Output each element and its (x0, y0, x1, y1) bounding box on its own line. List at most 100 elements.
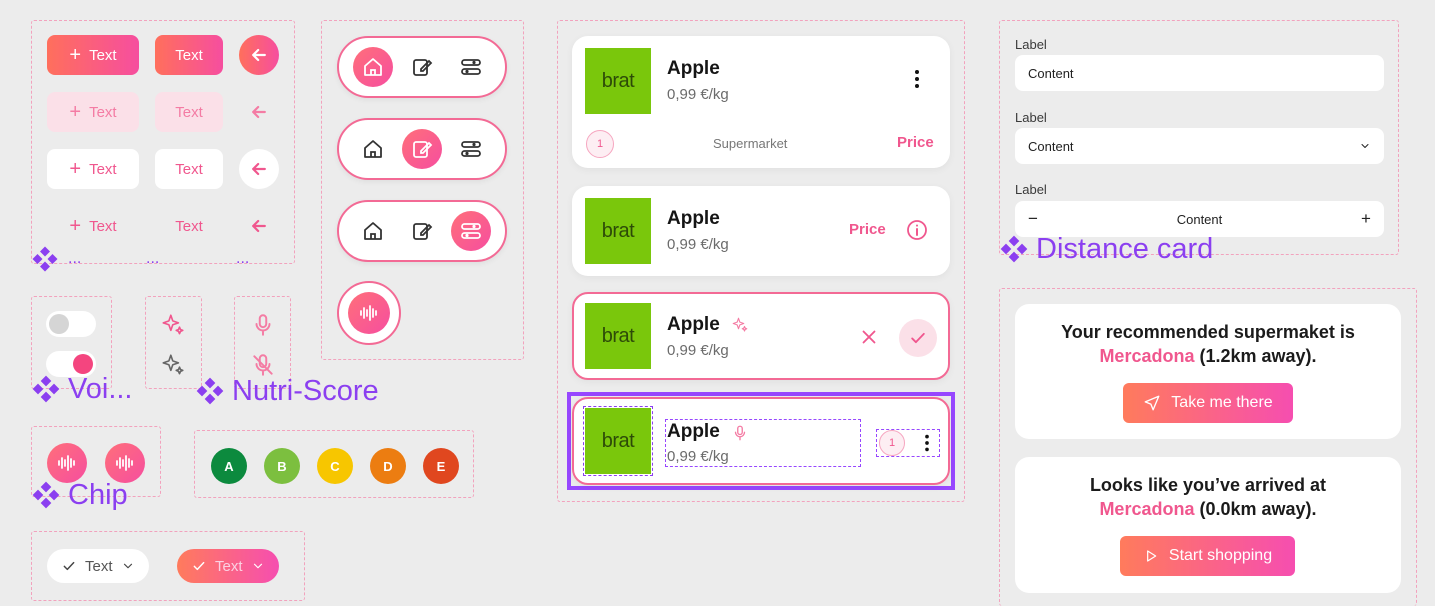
chevron-down-icon (121, 559, 135, 573)
select-input[interactable]: Content (1015, 128, 1384, 164)
button-label: Text (89, 160, 117, 178)
microphone-icon[interactable] (250, 312, 276, 338)
component-label-voice: Voi... (30, 373, 133, 405)
brand-logo: brat (583, 406, 653, 476)
field-label: Label (1015, 182, 1047, 197)
product-card-info[interactable]: brat Apple 0,99 €/kg Price (572, 186, 950, 276)
primary-button[interactable]: Text (155, 35, 223, 75)
secondary-button-with-icon[interactable]: + Text (47, 92, 139, 132)
price-label: Price (849, 221, 886, 238)
house-icon (361, 55, 385, 79)
price-label: Price (897, 134, 934, 151)
nav-settings[interactable] (451, 47, 491, 87)
nav-settings[interactable] (450, 211, 491, 251)
navbar-list-active[interactable] (337, 118, 507, 180)
sparkle-icon (731, 316, 749, 334)
chevron-down-icon (1359, 140, 1371, 152)
secondary-back-button[interactable] (239, 92, 279, 132)
nutriscore-d: D (370, 448, 406, 484)
ghost-button-with-icon[interactable]: + Text (47, 206, 139, 246)
voice-chip[interactable] (105, 443, 145, 483)
distance-card-recommended: Your recommended supermaket is Mercadona… (1015, 304, 1401, 439)
product-card-voice[interactable]: brat Apple 0,99 €/kg 1 (572, 397, 950, 485)
product-card-supermarket[interactable]: brat Apple 0,99 €/kg 1 Supermarket Price (572, 36, 950, 168)
nav-list[interactable] (402, 47, 442, 87)
accept-button[interactable] (899, 319, 937, 357)
nav-home[interactable] (353, 129, 393, 169)
component-label-truncated: ... (30, 244, 81, 274)
sparkle-icon[interactable] (160, 312, 186, 338)
component-label-truncated: ... (236, 250, 250, 267)
navbar-home-active[interactable] (337, 36, 507, 98)
info-icon[interactable] (905, 218, 929, 242)
increment-button[interactable]: + (1361, 209, 1371, 229)
plus-icon: + (69, 44, 82, 66)
quantity-stepper[interactable]: − Content + (1015, 201, 1384, 237)
navbar-settings-active[interactable] (337, 200, 507, 262)
button-label: Text (175, 217, 203, 235)
house-icon (361, 219, 385, 243)
start-shopping-button[interactable]: Start shopping (1120, 536, 1295, 576)
component-icon (30, 373, 62, 405)
check-icon (61, 558, 77, 574)
distance-message: Looks like you’ve arrived at Mercadona (… (1089, 475, 1327, 519)
ghost-back-button[interactable] (239, 206, 279, 246)
toggle-off[interactable] (46, 311, 96, 337)
check-icon (908, 328, 928, 348)
input-value: Content (1028, 65, 1074, 81)
distance-message: Your recommended supermaket is Mercadona… (1061, 322, 1355, 366)
white-button[interactable]: Text (155, 149, 223, 189)
product-price: 0,99 €/kg (667, 236, 729, 253)
note-icon (410, 55, 434, 79)
ghost-button[interactable]: Text (155, 206, 223, 246)
nav-settings[interactable] (451, 129, 491, 169)
take-me-there-button[interactable]: Take me there (1123, 383, 1293, 423)
sparkle-icon[interactable] (160, 352, 186, 378)
button-label: Text (89, 46, 117, 64)
product-name: Apple (667, 421, 720, 442)
note-icon (410, 137, 434, 161)
quantity-badge: 1 (879, 430, 905, 456)
house-icon (361, 137, 385, 161)
filter-chip-selected[interactable]: Text (177, 549, 279, 583)
nav-list[interactable] (402, 211, 442, 251)
nav-list[interactable] (401, 129, 442, 169)
component-icon (30, 479, 62, 511)
plus-icon: + (69, 215, 82, 237)
sliders-icon (459, 55, 483, 79)
quantity-badge: 1 (586, 130, 614, 158)
secondary-button[interactable]: Text (155, 92, 223, 132)
nutriscore-b: B (264, 448, 300, 484)
component-label-truncated: ... (146, 250, 160, 267)
component-icon (194, 375, 226, 407)
distance-card-arrived: Looks like you’ve arrived at Mercadona (… (1015, 457, 1401, 593)
text-input[interactable]: Content (1015, 55, 1384, 91)
voice-chip[interactable] (47, 443, 87, 483)
nutriscore-a: A (211, 448, 247, 484)
component-label-distance: Distance card (998, 233, 1213, 265)
voice-fab-inner (348, 292, 390, 334)
filter-chip[interactable]: Text (47, 549, 149, 583)
white-back-button[interactable] (239, 149, 279, 189)
decrement-button[interactable]: − (1028, 209, 1038, 229)
reject-icon[interactable] (858, 326, 880, 348)
more-options-icon[interactable] (916, 432, 938, 454)
product-card-suggestion[interactable]: brat Apple 0,99 €/kg (572, 292, 950, 380)
nav-home[interactable] (353, 47, 394, 87)
sliders-icon (459, 137, 483, 161)
plus-icon: + (69, 158, 82, 180)
more-options-icon[interactable] (905, 67, 929, 91)
product-name: Apple (667, 314, 720, 335)
white-button-with-icon[interactable]: + Text (47, 149, 139, 189)
button-label: Text (175, 160, 203, 178)
primary-back-button[interactable] (239, 35, 279, 75)
nav-home[interactable] (353, 211, 393, 251)
button-label: Text (89, 217, 117, 235)
product-name: Apple (667, 58, 720, 79)
brand-logo: brat (585, 198, 651, 264)
soundwave-icon (55, 451, 79, 475)
voice-fab[interactable] (337, 281, 401, 345)
select-value: Content (1028, 138, 1074, 154)
primary-button-with-icon[interactable]: + Text (47, 35, 139, 75)
product-price: 0,99 €/kg (667, 342, 729, 359)
